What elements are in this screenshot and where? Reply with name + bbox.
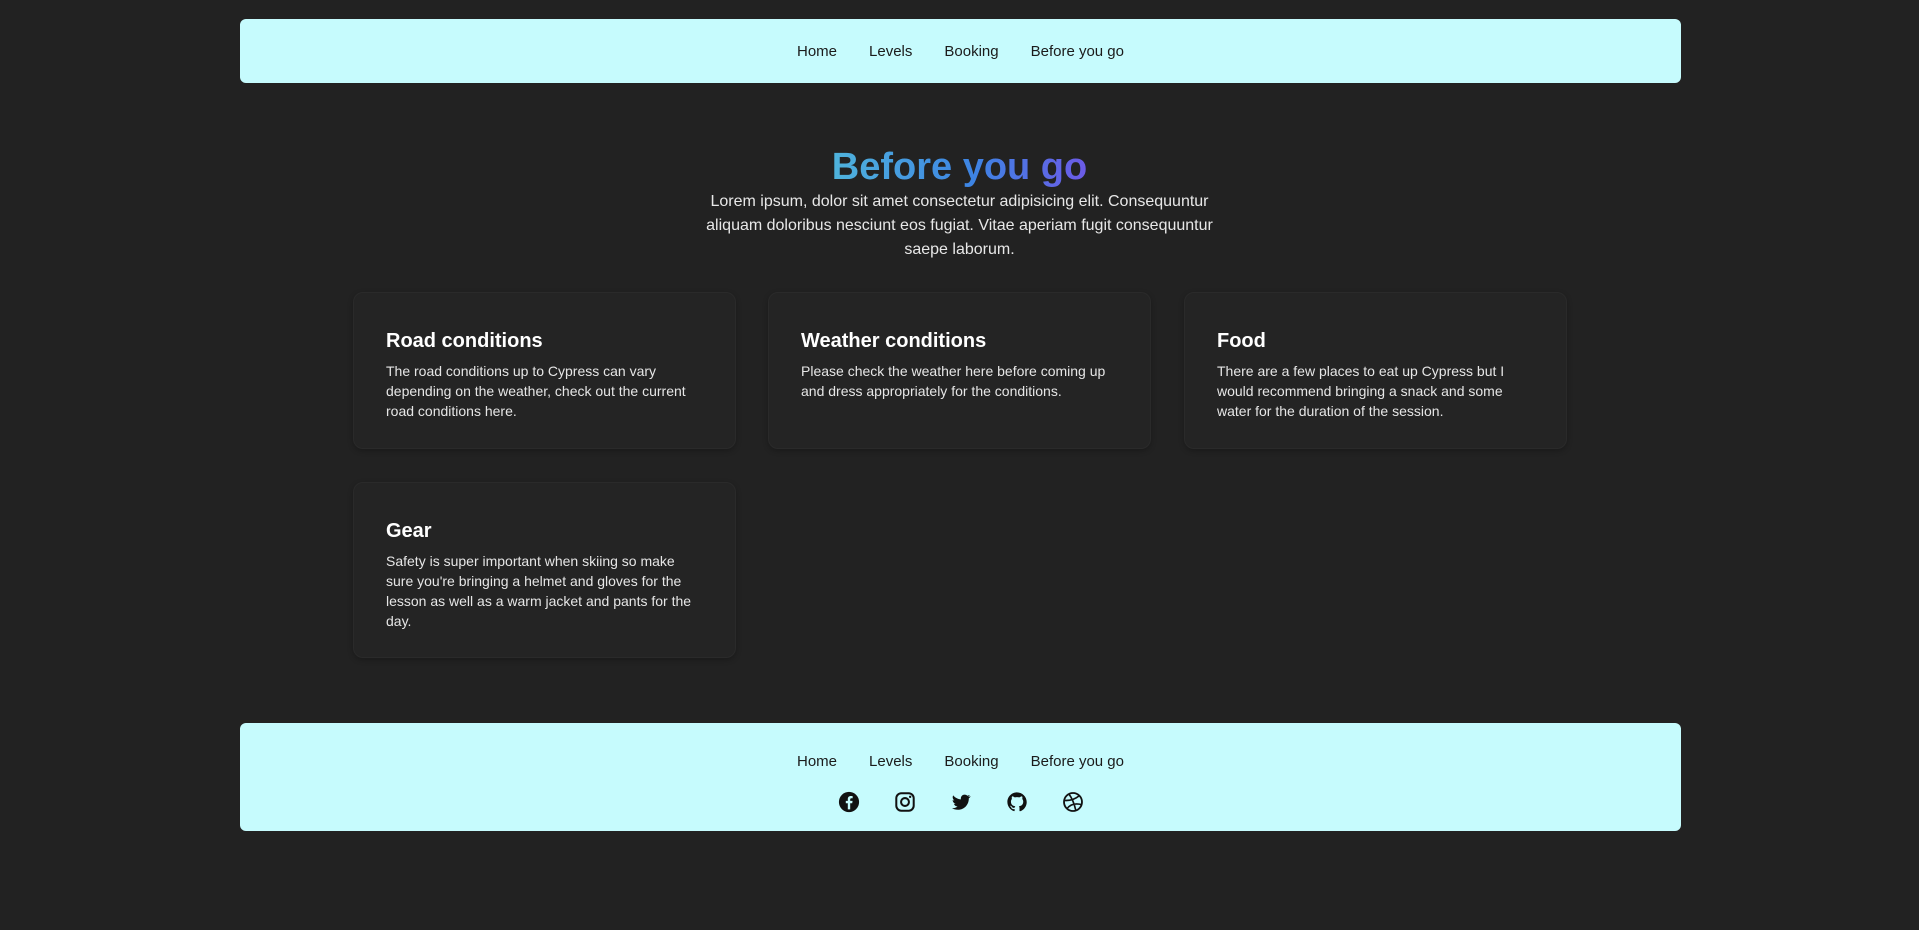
card-title: Gear (386, 520, 432, 542)
github-icon[interactable] (1006, 791, 1028, 813)
footer-link-before-you-go[interactable]: Before you go (1031, 753, 1124, 770)
top-navbar: Home Levels Booking Before you go (240, 19, 1681, 83)
hero-section: Before you go Lorem ipsum, dolor sit ame… (0, 144, 1919, 262)
card-title: Road conditions (386, 330, 543, 352)
nav-link-levels[interactable]: Levels (869, 43, 912, 60)
card-text: The road conditions up to Cypress can va… (386, 363, 686, 419)
twitter-icon[interactable] (950, 791, 972, 813)
footer-link-home[interactable]: Home (797, 753, 837, 770)
card-text: Please check the weather here before com… (801, 363, 1106, 399)
page-title: Before you go (831, 146, 1088, 188)
card-weather-conditions: Weather conditions Please check the weat… (768, 292, 1151, 449)
footer: Home Levels Booking Before you go (240, 723, 1681, 831)
top-nav-links: Home Levels Booking Before you go (797, 43, 1124, 60)
nav-link-booking[interactable]: Booking (944, 43, 998, 60)
dribbble-icon[interactable] (1062, 791, 1084, 813)
card-title: Food (1217, 330, 1266, 352)
card-text: There are a few places to eat up Cypress… (1217, 363, 1505, 419)
page-description: Lorem ipsum, dolor sit amet consectetur … (706, 193, 1213, 258)
social-links (240, 791, 1681, 813)
footer-link-booking[interactable]: Booking (944, 753, 998, 770)
instagram-icon[interactable] (894, 791, 916, 813)
card-title: Weather conditions (801, 330, 987, 352)
card-food: Food There are a few places to eat up Cy… (1184, 292, 1567, 449)
footer-nav-links: Home Levels Booking Before you go (240, 753, 1681, 770)
nav-link-home[interactable]: Home (797, 43, 837, 60)
card-gear: Gear Safety is super important when skii… (353, 482, 736, 658)
facebook-icon[interactable] (838, 791, 860, 813)
nav-link-before-you-go[interactable]: Before you go (1031, 43, 1124, 60)
card-text: Safety is super important when skiing so… (386, 553, 692, 629)
card-road-conditions: Road conditions The road conditions up t… (353, 292, 736, 449)
footer-link-levels[interactable]: Levels (869, 753, 912, 770)
